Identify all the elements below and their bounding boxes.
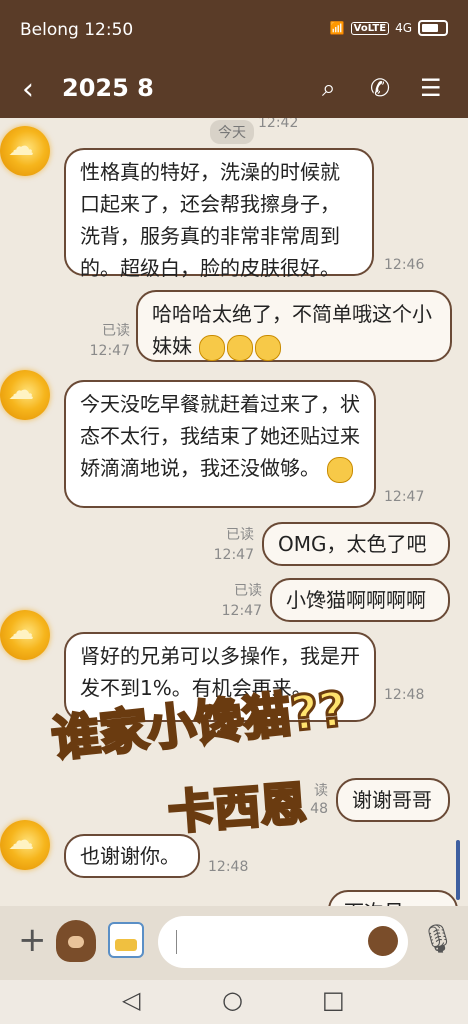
- wifi-icon: 📶: [329, 21, 345, 35]
- message-time: 12:46: [384, 257, 425, 273]
- scrollbar[interactable]: [456, 840, 460, 900]
- photo-icon[interactable]: [108, 922, 144, 958]
- emoji-icon: [227, 334, 254, 361]
- message-time: 12:47: [89, 343, 130, 359]
- message-time: 12:47: [213, 547, 254, 563]
- avatar[interactable]: [0, 370, 50, 420]
- status-bar: Belong 12:50 📶 VoLTE 4G: [0, 0, 468, 62]
- message-bubble-incoming[interactable]: 今天没吃早餐就赶着过来了，状态不太行，我结束了她还贴过来娇滴滴地说，我还没做够。: [64, 380, 376, 508]
- avatar[interactable]: [0, 610, 50, 660]
- message-time: 12:48: [208, 859, 249, 875]
- emoji-icon: [199, 334, 226, 361]
- status-icons: 📶 VoLTE 4G: [330, 20, 448, 36]
- message-input[interactable]: [158, 916, 408, 968]
- chat-title: 2025 8: [62, 74, 154, 102]
- menu-icon[interactable]: ☰: [420, 74, 442, 102]
- message-time: 12:48: [384, 687, 425, 703]
- message-bubble-outgoing[interactable]: 哈哈哈太绝了，不简单哦这个小妹妹: [136, 290, 452, 362]
- message-bubble-incoming[interactable]: 肾好的兄弟可以多操作，我是开发不到1%。有机会再来。: [64, 632, 376, 722]
- avatar[interactable]: [0, 820, 50, 870]
- message-bubble-incoming[interactable]: 也谢谢你。: [64, 834, 200, 878]
- message-bubble-incoming[interactable]: 性格真的特好，洗澡的时候就口起来了，还会帮我擦身子，洗背，服务真的非常非常周到的…: [64, 148, 374, 280]
- chat-area[interactable]: 今天 12:42 性格真的特好，洗澡的时候就口起来了，还会帮我擦身子，洗背，服务…: [0, 118, 468, 906]
- input-bar: + 🎙: [0, 906, 468, 980]
- bear-sticker-icon[interactable]: [56, 920, 96, 962]
- message-bubble-outgoing[interactable]: 小馋猫啊啊啊啊: [270, 578, 450, 622]
- message-time: 12:47: [384, 489, 425, 505]
- message-bubble-outgoing[interactable]: 谢谢哥哥: [336, 778, 450, 822]
- emoji-sticker-icon[interactable]: [368, 926, 398, 956]
- message-bubble-outgoing[interactable]: 下次见: [328, 890, 458, 906]
- carrier-time: Belong 12:50: [20, 20, 134, 40]
- message-time: 12:47: [221, 603, 262, 619]
- message-text: 哈哈哈太绝了，不简单哦这个小妹妹: [152, 302, 432, 358]
- plus-icon[interactable]: +: [18, 920, 47, 960]
- nav-home-icon[interactable]: ○: [222, 986, 243, 1014]
- volte-badge: VoLTE: [350, 21, 390, 35]
- call-icon[interactable]: ✆: [370, 74, 390, 102]
- message-text: 今天没吃早餐就赶着过来了，状态不太行，我结束了她还贴过来娇滴滴地说，我还没做够。: [80, 392, 360, 480]
- system-nav-bar: ◁ ○ □: [0, 980, 468, 1024]
- back-icon[interactable]: ‹: [22, 72, 34, 107]
- read-receipt: 已读: [234, 583, 262, 599]
- signal-label: 4G: [395, 21, 412, 35]
- message-time: 12:42: [258, 118, 299, 131]
- message-time: 48: [310, 801, 328, 817]
- read-receipt: 读: [314, 783, 328, 799]
- search-icon[interactable]: ⌕: [322, 74, 335, 102]
- battery-icon: [418, 20, 448, 36]
- emoji-icon: [327, 456, 354, 483]
- read-receipt: 已读: [226, 527, 254, 543]
- emoji-icon: [255, 334, 282, 361]
- day-divider: 今天: [210, 120, 254, 144]
- avatar[interactable]: [0, 126, 50, 176]
- text-caret: [176, 930, 177, 954]
- nav-recents-icon[interactable]: □: [322, 986, 345, 1014]
- message-bubble-outgoing[interactable]: OMG，太色了吧: [262, 522, 450, 566]
- nav-back-icon[interactable]: ◁: [122, 986, 140, 1014]
- mic-icon[interactable]: 🎙: [420, 922, 456, 955]
- read-receipt: 已读: [102, 323, 130, 339]
- chat-header: ‹ 2025 8 ⌕ ✆ ☰: [0, 62, 468, 118]
